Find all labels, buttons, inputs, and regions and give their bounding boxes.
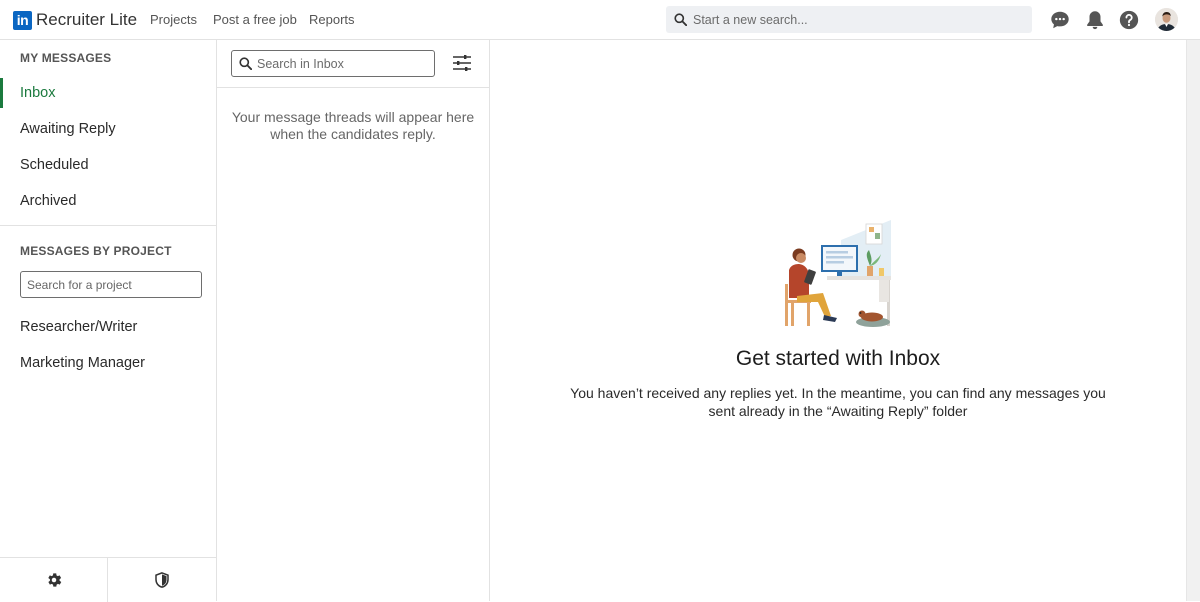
top-bar: in Recruiter Lite Projects Post a free j… <box>0 0 1200 40</box>
privacy-button[interactable] <box>108 558 216 602</box>
inbox-empty-illustration <box>785 220 891 327</box>
global-search[interactable] <box>666 6 1032 33</box>
settings-button[interactable] <box>0 558 108 602</box>
sidebar-item-inbox[interactable]: Inbox <box>0 78 216 108</box>
sidebar-item-awaiting-reply[interactable]: Awaiting Reply <box>0 114 216 144</box>
nav-projects[interactable]: Projects <box>150 12 197 27</box>
gear-icon <box>47 573 61 587</box>
my-messages-heading: MY MESSAGES <box>20 51 112 65</box>
sidebar-footer <box>0 557 216 602</box>
project-item-marketing-manager[interactable]: Marketing Manager <box>0 348 216 378</box>
project-item-researcher-writer[interactable]: Researcher/Writer <box>0 312 216 342</box>
sidebar-divider <box>0 225 216 226</box>
avatar[interactable] <box>1155 8 1178 31</box>
linkedin-logo: in <box>13 10 32 30</box>
page-scrollbar[interactable] <box>1186 40 1200 601</box>
search-icon <box>239 57 252 70</box>
search-icon <box>674 13 687 26</box>
filter-sliders-icon[interactable] <box>452 54 472 72</box>
inbox-main-panel: Get started with Inbox You haven’t recei… <box>490 40 1186 601</box>
shield-icon <box>155 572 169 588</box>
empty-inbox-description: You haven’t received any replies yet. In… <box>570 385 1106 419</box>
brand-name: Recruiter Lite <box>36 10 138 29</box>
messages-sidebar: MY MESSAGES Inbox Awaiting Reply Schedul… <box>0 40 217 602</box>
threads-divider <box>217 87 489 88</box>
threads-panel: Your message threads will appear here wh… <box>217 40 490 601</box>
nav-reports[interactable]: Reports <box>309 12 355 27</box>
empty-inbox-title: Get started with Inbox <box>735 347 941 370</box>
sidebar-item-scheduled[interactable]: Scheduled <box>0 150 216 180</box>
nav-post-job[interactable]: Post a free job <box>213 12 297 27</box>
bell-icon[interactable] <box>1084 9 1106 31</box>
project-search-input[interactable] <box>20 271 202 298</box>
messages-by-project-heading: MESSAGES BY PROJECT <box>20 244 172 258</box>
inbox-search[interactable] <box>231 50 435 77</box>
global-search-input[interactable] <box>693 6 1023 33</box>
empty-threads-message: Your message threads will appear here wh… <box>231 109 475 142</box>
messages-icon[interactable] <box>1049 9 1071 31</box>
sidebar-item-archived[interactable]: Archived <box>0 186 216 216</box>
help-icon[interactable] <box>1118 9 1140 31</box>
profile-photo <box>1155 8 1178 31</box>
brand-logo[interactable]: in Recruiter Lite <box>13 9 137 31</box>
inbox-search-input[interactable] <box>257 51 431 76</box>
